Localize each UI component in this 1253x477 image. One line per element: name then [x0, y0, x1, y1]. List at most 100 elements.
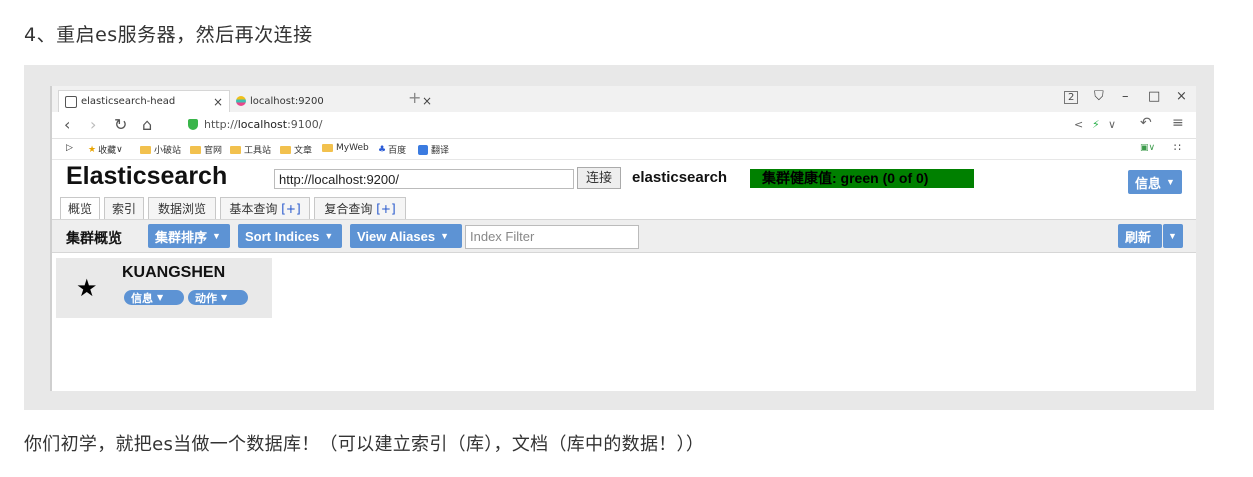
- close-icon[interactable]: ×: [422, 94, 432, 108]
- bookmark-label: 百度: [388, 146, 407, 156]
- view-aliases-button[interactable]: View Aliases ▼: [350, 224, 462, 248]
- overview-title: 集群概览: [66, 231, 122, 247]
- bookmark-label: 工具站: [244, 146, 272, 156]
- maximize-button[interactable]: □: [1148, 89, 1160, 104]
- tab-label: 索引: [111, 202, 136, 216]
- tab-plus: [+]: [281, 202, 301, 216]
- bookmark-baidu[interactable]: ♣ 百度: [378, 143, 407, 157]
- url-rest: :9100/: [287, 118, 323, 131]
- home-icon[interactable]: ⌂: [142, 115, 152, 134]
- lightning-icon[interactable]: ⚡: [1092, 118, 1100, 131]
- button-label: View Aliases: [357, 228, 436, 244]
- info-menu-button[interactable]: 信息 ▼: [1128, 170, 1182, 194]
- button-label: 动作: [195, 291, 217, 305]
- index-filter-input[interactable]: Index Filter: [465, 225, 639, 249]
- chevron-down-icon[interactable]: ∨: [1108, 118, 1116, 131]
- baidu-icon: ♣: [378, 144, 387, 155]
- bookmark-folder[interactable]: MyWeb: [322, 143, 369, 153]
- doc-caption: 你们初学，就把es当做一个数据库！（可以建立索引（库），文档（库中的数据！））: [24, 434, 705, 455]
- share-icon[interactable]: <: [1074, 118, 1083, 131]
- app-title: Elasticsearch: [66, 162, 228, 190]
- tab-label: 数据浏览: [157, 202, 206, 216]
- new-tab-button[interactable]: +: [408, 88, 421, 107]
- tab-elasticsearch-head[interactable]: elasticsearch-head ×: [58, 90, 230, 112]
- undo-icon[interactable]: ↶: [1140, 115, 1152, 131]
- cluster-name: elasticsearch: [632, 169, 728, 186]
- sort-indices-button[interactable]: Sort Indices ▼: [238, 224, 342, 248]
- tab-indices[interactable]: 索引: [104, 197, 144, 219]
- tab-overview[interactable]: 概览: [60, 197, 100, 219]
- bookmark-label: 小破站: [154, 146, 182, 156]
- bookmark-label: MyWeb: [336, 143, 369, 153]
- folder-icon: [280, 145, 291, 154]
- bookmark-translate[interactable]: 翻译: [418, 143, 449, 156]
- cluster-health-badge: 集群健康值: green (0 of 0): [750, 169, 974, 188]
- tab-localhost-9200[interactable]: localhost:9200 ×: [232, 90, 432, 112]
- address-bar: ‹ › ↻ ⌂ http://localhost:9100/ < ⚡ ∨ ↶ ≡: [52, 112, 1196, 139]
- tab-label: 概览: [67, 202, 92, 216]
- node-card: ★ KUANGSHEN 信息 ▼ 动作 ▼: [56, 258, 272, 318]
- tab-label: 复合查询: [324, 202, 377, 216]
- apps-grid-icon[interactable]: ∷: [1174, 141, 1181, 154]
- url-prefix: http://: [204, 118, 238, 131]
- bookmark-folder[interactable]: 文章: [280, 143, 312, 156]
- url-host: localhost: [237, 118, 288, 131]
- folder-icon: [322, 144, 333, 152]
- bookmarks-bar: ▷ ★ 收藏 ∨ 小破站 官网 工具站 文章 MyWeb ♣ 百度 翻译 ▣∨ ∷: [52, 139, 1196, 160]
- bookmark-favorites[interactable]: ★ 收藏 ∨: [88, 143, 123, 157]
- node-info-button[interactable]: 信息 ▼: [124, 290, 184, 305]
- bookmark-label: 翻译: [431, 146, 450, 156]
- cluster-sort-button[interactable]: 集群排序 ▼: [148, 224, 230, 248]
- refresh-button[interactable]: 刷新: [1118, 224, 1162, 248]
- bookmark-folder[interactable]: 小破站: [140, 143, 181, 156]
- chevron-down-icon: ▼: [440, 231, 449, 241]
- tab-compound-query[interactable]: 复合查询 [+]: [314, 197, 406, 219]
- master-star-icon: ★: [76, 274, 98, 302]
- button-label: 刷新: [1125, 229, 1152, 245]
- chevron-down-icon: ▼: [1166, 177, 1175, 187]
- tab-data-browser[interactable]: 数据浏览: [148, 197, 216, 219]
- chevron-down-icon: ▼: [1168, 231, 1177, 241]
- bookmark-folder[interactable]: 工具站: [230, 143, 271, 156]
- tab-label: 基本查询: [229, 202, 282, 216]
- menu-icon[interactable]: ≡: [1172, 115, 1184, 131]
- tab-strip: elasticsearch-head × localhost:9200 × + …: [52, 86, 1196, 112]
- close-icon[interactable]: ×: [213, 95, 223, 109]
- browser-window: elasticsearch-head × localhost:9200 × + …: [50, 86, 1196, 391]
- translate-icon: [418, 144, 428, 155]
- connect-button[interactable]: 连接: [577, 167, 621, 189]
- back-icon[interactable]: ‹: [64, 115, 70, 134]
- bookmark-folder[interactable]: 官网: [190, 143, 222, 156]
- tab-count-badge[interactable]: 2: [1064, 91, 1079, 104]
- button-label: 信息: [131, 291, 153, 305]
- chevron-down-icon: ▼: [212, 231, 221, 241]
- minimize-button[interactable]: –: [1122, 89, 1129, 104]
- chevron-down-icon: ▼: [221, 293, 228, 302]
- refresh-dropdown-button[interactable]: ▼: [1163, 224, 1183, 248]
- folder-icon: [230, 145, 241, 154]
- connect-url-input[interactable]: [274, 169, 574, 189]
- folder-icon: [190, 145, 201, 154]
- bookmark-label: 官网: [204, 146, 223, 156]
- shield-icon: [188, 119, 198, 130]
- button-label: Sort Indices: [245, 228, 320, 244]
- chevron-down-icon: ▼: [324, 231, 334, 241]
- url-field[interactable]: http://localhost:9100/: [188, 118, 323, 131]
- extensions-icon[interactable]: ▣∨: [1140, 143, 1155, 153]
- chevron-down-icon: ▼: [157, 293, 164, 302]
- folder-icon: [140, 145, 151, 154]
- node-actions-button[interactable]: 动作 ▼: [188, 290, 248, 305]
- star-icon: ★: [88, 144, 97, 155]
- elastic-logo-icon: [236, 96, 246, 106]
- es-head-app: Elasticsearch 连接 elasticsearch 集群健康值: gr…: [52, 160, 1196, 391]
- window-close-button[interactable]: ×: [1176, 89, 1187, 104]
- overview-toolbar: 集群概览 集群排序 ▼ Sort Indices ▼ View Aliases ▼ I…: [52, 219, 1196, 253]
- forward-icon[interactable]: ›: [90, 115, 96, 134]
- skin-icon[interactable]: ⛉: [1094, 89, 1104, 104]
- sidebar-toggle-icon[interactable]: ▷: [66, 143, 73, 153]
- tab-basic-query[interactable]: 基本查询 [+]: [220, 197, 310, 219]
- page-icon: [65, 95, 77, 108]
- button-label: 集群排序: [155, 229, 208, 245]
- tab-plus: [+]: [376, 202, 396, 216]
- reload-icon[interactable]: ↻: [114, 115, 127, 134]
